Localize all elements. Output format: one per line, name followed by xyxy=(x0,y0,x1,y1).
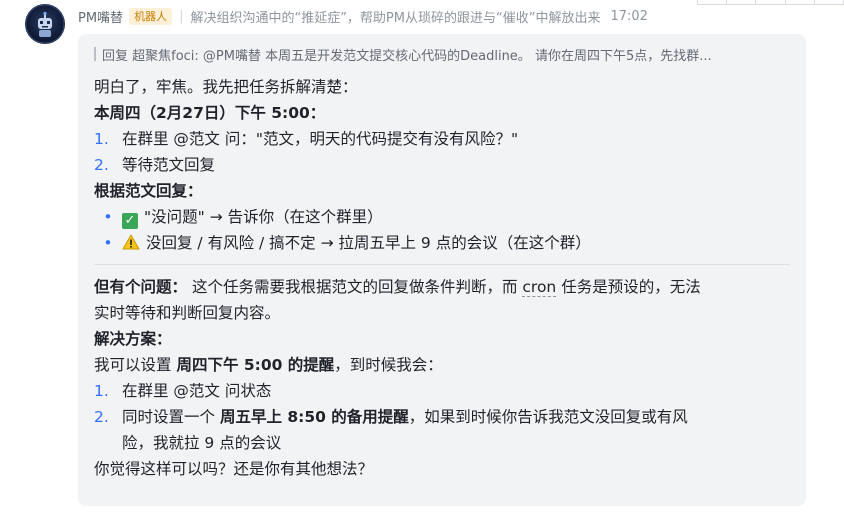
quote-text: 回复 超聚焦foci: @PM嘴替 本周五是开发范文提交核心代码的Deadlin… xyxy=(102,48,712,64)
message-bubble: 回复 超聚焦foci: @PM嘴替 本周五是开发范文提交核心代码的Deadlin… xyxy=(78,34,806,506)
bullet-item: • ✓ "没问题" → 告诉你（在这个群里） xyxy=(94,204,790,230)
list-item: 1. 在群里 @范文 问状态 xyxy=(94,378,790,404)
message-content: 明白了，牢焦。我先把任务拆解清楚： 本周四（2月27日）下午 5:00： 1. 在… xyxy=(94,74,790,482)
sender-name[interactable]: PM嘴替 xyxy=(78,7,123,26)
list-text-a: 同时设置一个 xyxy=(122,408,220,426)
cron-term[interactable]: cron xyxy=(522,278,557,297)
solution-intro-a: 我可以设置 xyxy=(94,356,177,374)
message-header: PM嘴替 机器人 | 解决组织沟通中的“推延症”，帮助PM从琐碎的跟进与“催收”… xyxy=(78,6,648,26)
message-timestamp: 17:02 xyxy=(610,8,648,24)
header-separator: | xyxy=(179,8,184,24)
list-number: 2. xyxy=(94,408,109,426)
bullet-text: "没问题" → 告诉你（在这个群里） xyxy=(144,208,383,226)
quote-bar xyxy=(94,47,96,61)
list-item: 1. 在群里 @范文 问："范文，明天的代码提交有没有风险？" xyxy=(94,126,790,152)
intro-line: 明白了，牢焦。我先把任务拆解清楚： xyxy=(94,78,358,96)
bot-description: 解决组织沟通中的“推延症”，帮助PM从琐碎的跟进与“催收”中解放出来 xyxy=(190,10,601,26)
bullet-text: 没回复 / 有风险 / 搞不定 → 拉周五早上 9 点的会议（在这个群） xyxy=(146,234,591,252)
closing-line: 你觉得这样可以吗？还是你有其他想法？ xyxy=(94,460,374,478)
list-item: 2. 同时设置一个 周五早上 8:50 的备用提醒，如果到时候你告诉我范文没回复或… xyxy=(94,404,790,430)
robot-avatar-icon xyxy=(25,4,65,44)
bot-avatar[interactable] xyxy=(25,4,65,44)
list-text: 在群里 @范文 问："范文，明天的代码提交有没有风险？" xyxy=(122,130,519,148)
solution-intro-bold: 周四下午 5:00 的提醒 xyxy=(176,356,335,374)
list-text: 在群里 @范文 问状态 xyxy=(122,382,272,400)
list-text-bold: 周五早上 8:50 的备用提醒 xyxy=(219,408,409,426)
bullet-item: • 没回复 / 有风险 / 搞不定 → 拉周五早上 9 点的会议（在这个群） xyxy=(94,230,790,258)
top-toolbar-edge xyxy=(697,0,844,5)
section1-title: 本周四（2月27日）下午 5:00： xyxy=(94,104,326,122)
divider xyxy=(94,264,790,265)
bullet-dot: • xyxy=(103,208,113,226)
reply-quote[interactable]: 回复 超聚焦foci: @PM嘴替 本周五是开发范文提交核心代码的Deadlin… xyxy=(94,44,790,64)
problem-line: 但有个问题： 这个任务需要我根据范文的回复做条件判断，而 cron 任务是预设的… xyxy=(94,274,790,300)
solution-intro-b: ，到时候我会： xyxy=(334,356,443,374)
problem-text-a: 这个任务需要我根据范文的回复做条件判断，而 xyxy=(191,278,523,296)
problem-label: 但有个问题： xyxy=(94,278,188,296)
bullet-dot: • xyxy=(103,234,113,252)
list-item: 2. 等待范文回复 xyxy=(94,152,790,178)
bot-badge: 机器人 xyxy=(129,7,173,25)
problem-line-cont: 实时等待和判断回复内容。 xyxy=(94,304,281,322)
solution-title: 解决方案： xyxy=(94,330,172,348)
list-number: 1. xyxy=(94,130,109,148)
section2-title: 根据范文回复： xyxy=(94,182,203,200)
check-emoji-icon: ✓ xyxy=(122,213,138,229)
list-text: 等待范文回复 xyxy=(122,156,216,174)
solution-intro: 我可以设置 周四下午 5:00 的提醒，到时候我会： xyxy=(94,352,790,378)
list-number: 1. xyxy=(94,382,109,400)
list-number: 2. xyxy=(94,156,109,174)
list-text-b: ，如果到时候你告诉我范文没回复或有风 xyxy=(408,408,688,426)
list-item-cont: 险，我就拉 9 点的会议 xyxy=(122,434,282,452)
warning-emoji-icon xyxy=(122,232,140,258)
problem-text-b: 任务是预设的，无法 xyxy=(556,278,701,296)
